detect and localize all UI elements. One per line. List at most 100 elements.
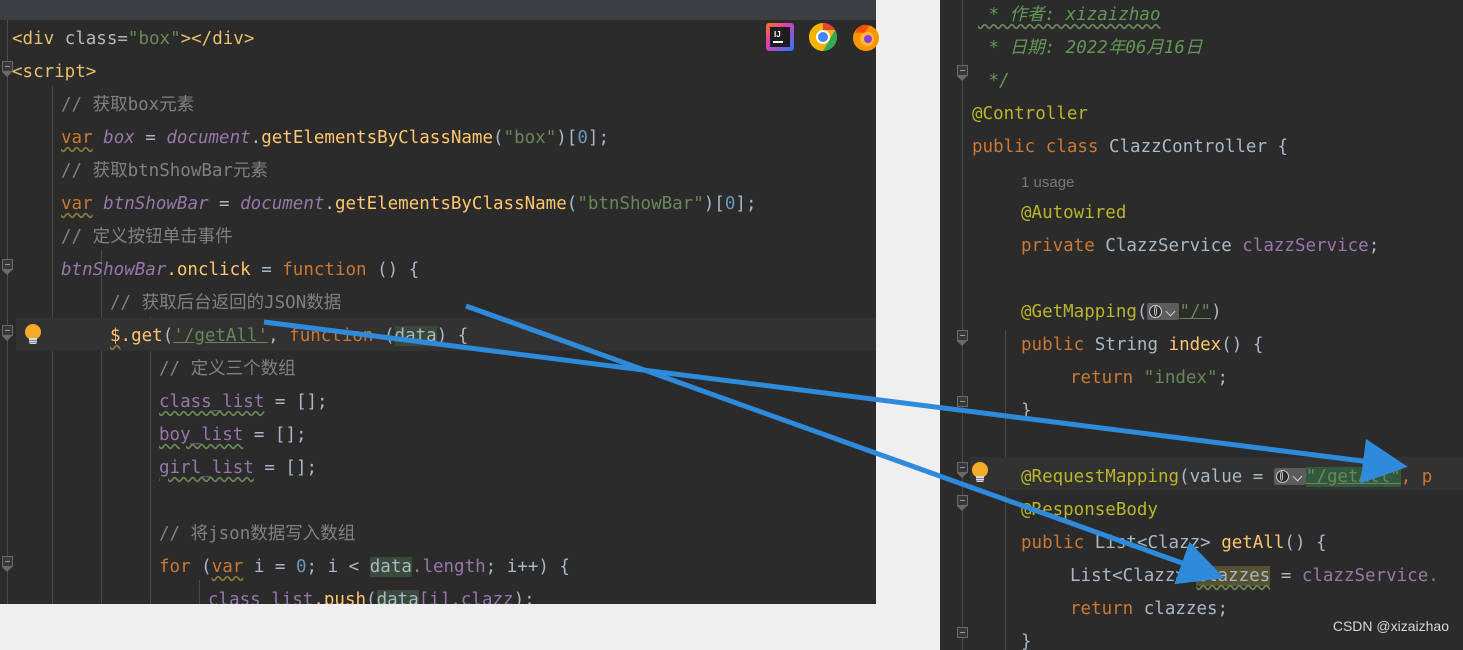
tok-data-ref: data — [369, 557, 412, 577]
method-index-close-brace: } — [1021, 401, 1032, 421]
code-line-11: // 定义三个数组 — [159, 359, 296, 379]
annotation-requestmapping: @RequestMapping(value = "/getAll", p — [1021, 467, 1433, 487]
code-line-13: boy_list = []; — [159, 425, 307, 445]
fold-tail-onclick — [2, 270, 12, 275]
tok-box-var: box — [103, 128, 135, 148]
tok-clazzservice-field: clazzService — [1242, 236, 1369, 256]
tok-clazzes-return: clazzes — [1143, 599, 1218, 619]
fold-tail-getall-method — [957, 506, 967, 511]
fold-marker-forloop[interactable] — [2, 556, 13, 567]
fold-tail-forloop — [2, 567, 12, 572]
java-controller-editor[interactable]: * 作者: xizaizhao * 日期: 2022年06月16日 */ @Co… — [940, 0, 1463, 650]
tok-index-method: index — [1168, 335, 1222, 355]
intention-bulb-icon-right[interactable] — [971, 462, 989, 484]
tok-script-open: <script> — [12, 62, 97, 82]
method-getall-close-brace: } — [1021, 632, 1032, 650]
annotation-responsebody: @ResponseBody — [1021, 500, 1158, 520]
method-getall-return: return clazzes; — [1070, 599, 1229, 619]
annotation-getmapping: @GetMapping("/") — [1021, 302, 1222, 322]
right-gutter-line-0 — [962, 0, 963, 650]
svg-text:IJ: IJ — [774, 30, 781, 39]
tok-class-list: class_list — [159, 392, 265, 412]
code-line-18: class_list.push(data[i].clazz); — [208, 584, 535, 604]
code-line-8: btnShowBar.onclick = function () { — [61, 260, 420, 280]
tok-btnshowbar-var: btnShowBar — [103, 194, 209, 214]
web-mapping-gutter-icon-2[interactable] — [1273, 468, 1306, 485]
code-line-12: class_list = []; — [159, 392, 328, 412]
local-var-clazzes: List<Clazz> clazzes = clazzService. — [1070, 566, 1439, 586]
code-line-14: girl_list = []; — [159, 458, 318, 478]
tok-clazzcontroller: ClazzController — [1108, 137, 1268, 157]
code-line-9: // 获取后台返回的JSON数据 — [110, 293, 342, 313]
tok-var-kw: var — [61, 128, 93, 148]
method-index-signature: public String index() { — [1021, 335, 1264, 355]
tok-getall-method: getAll — [1221, 533, 1285, 553]
app-icon-group: IJ — [765, 22, 881, 52]
tok-box-value: "box" — [127, 29, 181, 49]
tok-btnshowbar-string: "btnShowBar" — [577, 194, 704, 214]
right-indent-guide-1 — [1005, 330, 1006, 650]
tok-function-kw: function — [282, 260, 367, 280]
tok-root-path[interactable]: "/" — [1179, 302, 1211, 322]
code-line-7: // 定义按钮单击事件 — [61, 227, 233, 247]
tok-jquery-dollar: $ — [110, 326, 121, 346]
fold-marker-index-method[interactable] — [957, 330, 968, 341]
fold-marker-requestmapping[interactable] — [957, 462, 968, 473]
tok-div-open: <div — [12, 29, 65, 49]
tok-btnshowbar-ref: btnShowBar — [61, 260, 167, 280]
fold-marker-onclick[interactable] — [2, 259, 13, 270]
fold-marker-javadoc[interactable] — [957, 65, 968, 76]
annotation-controller: @Controller — [972, 104, 1088, 124]
tok-index-string: "index" — [1143, 368, 1218, 388]
tok-data-param: data — [394, 326, 437, 346]
intellij-idea-icon[interactable]: IJ — [765, 22, 795, 52]
tok-clazzservice-type: ClazzService — [1105, 236, 1243, 256]
intention-bulb-icon[interactable] — [24, 324, 42, 346]
html-javascript-editor[interactable]: <div class="box"></div> <script> // 获取bo… — [0, 20, 876, 604]
left-gutter-line-0 — [7, 20, 8, 604]
fold-tail-javadoc — [957, 76, 967, 81]
tok-get-method: .get — [120, 326, 163, 346]
code-line-17: for (var i = 0; i < data.length; i++) { — [159, 557, 570, 577]
tok-boy-list: boy_list — [159, 425, 244, 445]
method-getall-signature: public List<Clazz> getAll() { — [1021, 533, 1327, 553]
csdn-watermark: CSDN @xizaizhao — [1332, 618, 1449, 634]
code-line-1: <div class="box"></div> — [12, 23, 254, 56]
google-chrome-icon[interactable] — [808, 22, 838, 52]
fold-marker-getall-end[interactable] — [957, 627, 968, 638]
tok-for-kw: for — [159, 557, 191, 577]
tok-getall-url[interactable]: '/getAll' — [173, 326, 268, 346]
code-line-10: $.get('/getAll', function (data) { — [110, 326, 469, 346]
left-editor-top-strip — [0, 0, 876, 20]
fold-tail-requestmapping — [957, 473, 967, 478]
tok-class-list-2: class_list — [208, 590, 314, 604]
fold-tail-getcallback — [2, 336, 12, 341]
fold-marker-getcallback[interactable] — [2, 325, 13, 336]
fold-tail-index-method — [957, 341, 967, 346]
web-mapping-gutter-icon[interactable] — [1147, 303, 1180, 320]
tok-div-close: ></div> — [180, 29, 255, 49]
class-declaration-line: public class ClazzController { — [972, 137, 1289, 157]
fold-marker-index-end[interactable] — [957, 396, 968, 407]
tok-document: document — [166, 128, 251, 148]
java-doc-end: */ — [978, 71, 1010, 91]
code-line-4: var box = document.getElementsByClassNam… — [61, 128, 609, 148]
code-line-2: <script> — [12, 56, 96, 89]
fold-tail-script — [2, 72, 12, 77]
tok-getall-path[interactable]: "/getAll" — [1305, 467, 1401, 487]
tok-box-string: "box" — [503, 128, 557, 148]
code-line-3: // 获取box元素 — [61, 95, 195, 115]
fold-marker-getall-method[interactable] — [957, 495, 968, 506]
java-doc-date-line: * 日期: 2022年06月16日 — [978, 38, 1203, 58]
usage-hint[interactable]: 1 usage — [1021, 166, 1074, 199]
tok-eq: = — [117, 29, 128, 49]
mozilla-firefox-icon[interactable] — [851, 22, 881, 52]
left-indent-guide-2 — [101, 250, 102, 604]
tok-var-kw-2: var — [61, 194, 93, 214]
tok-onclick: .onclick — [166, 260, 251, 280]
code-line-16: // 将json数据写入数组 — [159, 524, 356, 544]
field-clazzservice: private ClazzService clazzService; — [1021, 236, 1380, 256]
java-doc-author-line: * 作者: xizaizhao — [978, 5, 1161, 25]
code-line-6: var btnShowBar = document.getElementsByC… — [61, 194, 757, 214]
tok-getelementsbyclassname: getElementsByClassName — [261, 128, 494, 148]
